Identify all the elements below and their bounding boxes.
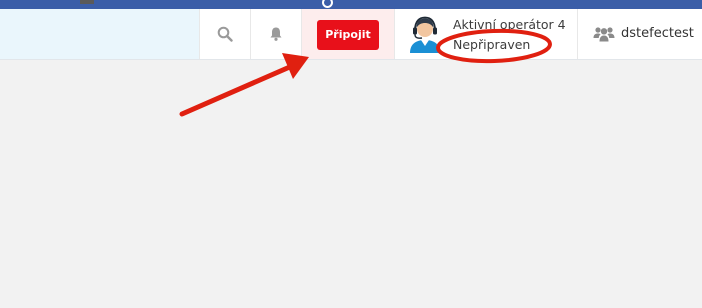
bell-icon <box>270 27 282 41</box>
operator-headset-avatar <box>410 16 440 53</box>
top-header-bar: Připojit Aktivní operátor 4 Nepřipraven <box>0 9 702 60</box>
user-name: dstefectest <box>621 26 694 41</box>
operator-status-menu[interactable]: Aktivní operátor 4 Nepřipraven <box>394 9 577 59</box>
search-icon <box>217 26 233 42</box>
app-page: Připojit Aktivní operátor 4 Nepřipraven <box>0 0 702 308</box>
users-icon <box>593 27 615 42</box>
connect-area: Připojit <box>301 9 394 59</box>
header-left-area <box>0 9 199 59</box>
browser-toolbar-edge <box>0 0 702 9</box>
notifications-button[interactable] <box>250 9 301 59</box>
search-button[interactable] <box>199 9 250 59</box>
operator-name: Aktivní operátor 4 <box>453 17 566 32</box>
user-menu[interactable]: dstefectest <box>577 9 702 59</box>
connect-button[interactable]: Připojit <box>317 20 379 50</box>
browser-tab-marker <box>80 0 94 4</box>
annotation-arrow-shaft <box>179 63 295 117</box>
browser-circle-icon <box>322 0 333 8</box>
operator-status: Nepřipraven <box>453 37 531 52</box>
